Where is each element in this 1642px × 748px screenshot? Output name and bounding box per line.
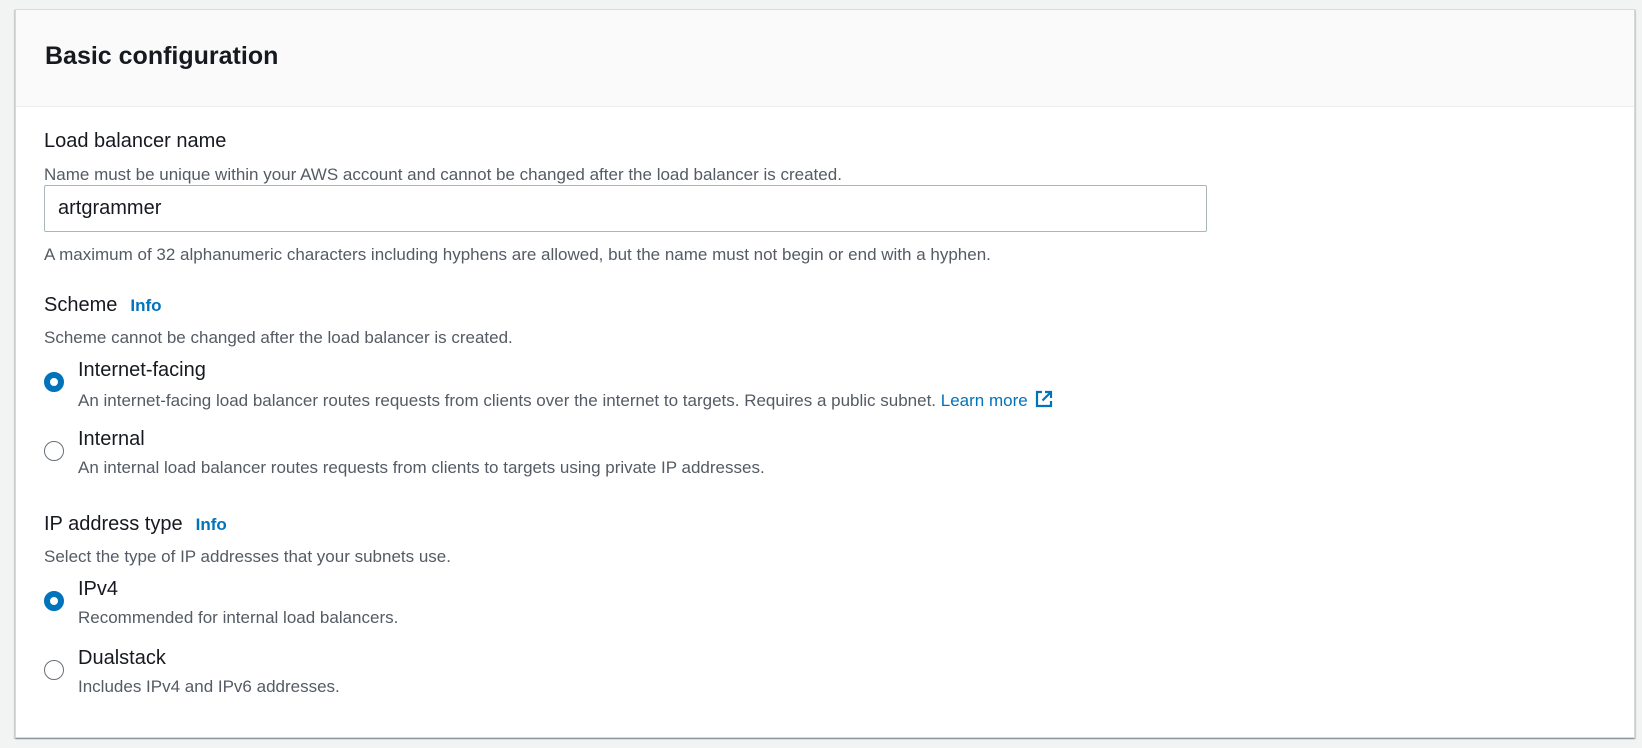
load-balancer-name-input[interactable]: artgrammer: [44, 185, 1207, 232]
dualstack-radio[interactable]: [44, 660, 64, 680]
learn-more-link[interactable]: Learn more: [940, 390, 1054, 410]
internet-facing-description-text: An internet-facing load balancer routes …: [78, 391, 937, 410]
ip-address-type-info-link[interactable]: Info: [196, 515, 227, 535]
external-link-icon: [1035, 390, 1052, 408]
internet-facing-radio[interactable]: [44, 372, 64, 392]
load-balancer-name-constraint: A maximum of 32 alphanumeric characters …: [44, 245, 991, 264]
ipv4-description: Recommended for internal load balancers.: [78, 608, 399, 627]
dualstack-description: Includes IPv4 and IPv6 addresses.: [78, 677, 340, 696]
internal-description: An internal load balancer routes request…: [78, 458, 765, 477]
load-balancer-name-label-text: Load balancer name: [44, 130, 227, 152]
load-balancer-name-value: artgrammer: [58, 197, 162, 219]
panel-title: Basic configuration: [45, 41, 279, 70]
ip-address-type-description: Select the type of IP addresses that you…: [44, 547, 451, 566]
ip-address-type-label-text: IP address type: [44, 513, 183, 535]
scheme-label-text: Scheme: [44, 294, 118, 316]
load-balancer-name-description: Name must be unique within your AWS acco…: [44, 165, 842, 184]
load-balancer-name-label: Load balancer name: [44, 130, 226, 153]
ipv4-radio[interactable]: [44, 591, 64, 611]
internet-facing-label[interactable]: Internet-facing: [78, 359, 206, 382]
ipv4-label[interactable]: IPv4: [78, 578, 118, 601]
scheme-label: Scheme Info: [44, 294, 162, 317]
internet-facing-description: An internet-facing load balancer routes …: [78, 389, 1054, 411]
internal-label[interactable]: Internal: [78, 428, 145, 451]
basic-configuration-panel: Basic configuration: [15, 9, 1635, 738]
scheme-description: Scheme cannot be changed after the load …: [44, 328, 513, 347]
learn-more-text: Learn more: [940, 391, 1028, 410]
ip-address-type-label: IP address type Info: [44, 513, 227, 536]
scheme-info-link[interactable]: Info: [130, 296, 161, 316]
panel-header: Basic configuration: [16, 10, 1634, 107]
dualstack-label[interactable]: Dualstack: [78, 647, 166, 670]
internal-radio[interactable]: [44, 441, 64, 461]
